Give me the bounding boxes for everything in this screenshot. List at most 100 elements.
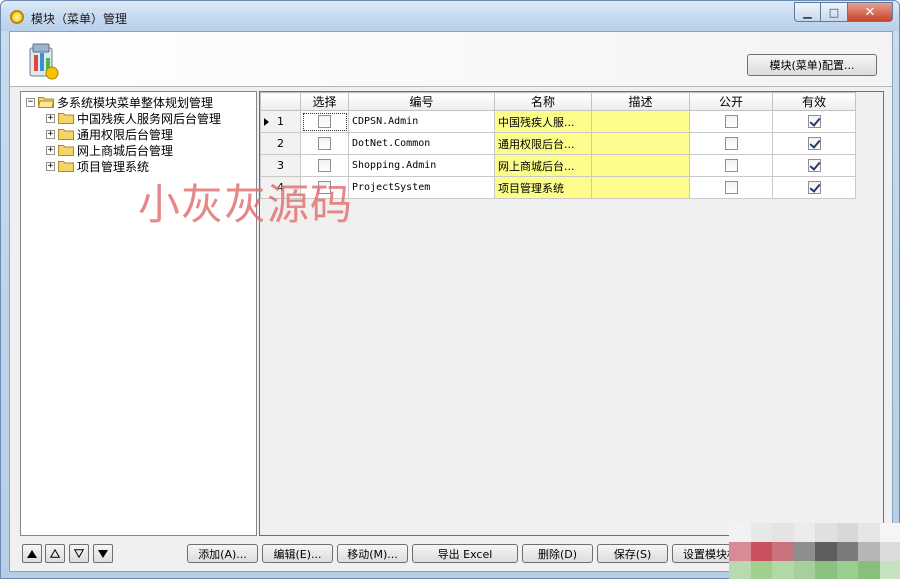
tree-node-common[interactable]: + 通用权限后台管理	[46, 126, 173, 142]
close-button[interactable]: ✕	[848, 2, 893, 22]
valid-cell[interactable]	[772, 154, 856, 177]
select-checkbox[interactable]	[318, 115, 331, 129]
public-checkbox[interactable]	[724, 159, 738, 173]
table-row[interactable]: 2 DotNet.Common 通用权限后台...	[260, 132, 856, 155]
client-area: 模块(菜单)配置... − 多系统模块菜单整体规划管理 + 中国残疾人服务网后台…	[9, 31, 893, 572]
column-header-description[interactable]: 描述	[591, 92, 690, 111]
code-cell-text: CDPSN.Admin	[352, 116, 419, 127]
triangle-down-outline-icon	[74, 549, 84, 558]
public-cell[interactable]	[689, 154, 773, 177]
valid-cell[interactable]	[772, 110, 856, 133]
tree-node-root[interactable]: − 多系统模块菜单整体规划管理	[26, 94, 213, 110]
row-header[interactable]: 1	[260, 110, 301, 133]
valid-checkbox[interactable]	[807, 137, 821, 151]
expand-icon[interactable]: +	[46, 113, 55, 123]
delete-button[interactable]: 删除(D)	[522, 544, 593, 563]
code-cell[interactable]: DotNet.Common	[348, 132, 495, 155]
tree-node-label: 中国残疾人服务网后台管理	[77, 111, 222, 126]
tree-node-cdpsn[interactable]: + 中国残疾人服务网后台管理	[46, 110, 221, 126]
table-row[interactable]: 4 ProjectSystem 项目管理系统	[260, 176, 856, 199]
module-config-button[interactable]: 模块(菜单)配置...	[747, 54, 877, 76]
row-header-text: 3	[277, 159, 284, 172]
description-cell[interactable]	[591, 110, 690, 133]
code-cell[interactable]: CDPSN.Admin	[348, 110, 495, 133]
description-cell[interactable]	[591, 132, 690, 155]
description-cell[interactable]	[591, 176, 690, 199]
table-row[interactable]: 3 Shopping.Admin 网上商城后台...	[260, 154, 856, 177]
valid-checkbox[interactable]	[807, 181, 821, 195]
move-bottom-button[interactable]	[93, 544, 113, 563]
name-cell-text: 项目管理系统	[498, 181, 564, 195]
public-checkbox[interactable]	[724, 181, 738, 195]
tree-node-shopping[interactable]: + 网上商城后台管理	[46, 142, 173, 158]
public-cell[interactable]	[689, 110, 773, 133]
column-header-valid[interactable]: 有效	[772, 92, 856, 111]
code-cell-text: DotNet.Common	[352, 138, 431, 149]
valid-cell[interactable]	[772, 176, 856, 199]
row-header[interactable]: 4	[260, 176, 301, 199]
row-header[interactable]: 3	[260, 154, 301, 177]
select-checkbox[interactable]	[318, 159, 331, 173]
move-up-button[interactable]	[45, 544, 65, 563]
public-cell[interactable]	[689, 132, 773, 155]
tree-node-label: 网上商城后台管理	[77, 143, 174, 158]
expand-icon[interactable]: +	[46, 145, 55, 155]
name-cell[interactable]: 项目管理系统	[494, 176, 592, 199]
app-title-icon	[10, 10, 24, 24]
select-cell[interactable]	[300, 176, 349, 199]
code-cell-text: Shopping.Admin	[352, 160, 437, 171]
column-header-code[interactable]: 编号	[348, 92, 495, 111]
expand-icon[interactable]: +	[46, 129, 55, 139]
name-cell[interactable]: 网上商城后台...	[494, 154, 592, 177]
select-cell[interactable]	[300, 154, 349, 177]
expand-icon[interactable]: +	[46, 161, 55, 171]
select-checkbox[interactable]	[318, 181, 331, 195]
name-cell[interactable]: 通用权限后台...	[494, 132, 592, 155]
table-row[interactable]: 1 CDPSN.Admin 中国残疾人服...	[260, 110, 856, 133]
valid-cell[interactable]	[772, 132, 856, 155]
export-excel-button[interactable]: 导出 Excel	[412, 544, 518, 563]
folder-open-icon	[38, 97, 54, 108]
select-cell[interactable]	[300, 132, 349, 155]
row-header[interactable]: 2	[260, 132, 301, 155]
minimize-button[interactable]: ▁	[794, 2, 821, 22]
collapse-icon[interactable]: −	[26, 97, 35, 107]
code-cell[interactable]: ProjectSystem	[348, 176, 495, 199]
move-top-button[interactable]	[22, 544, 42, 563]
folder-icon	[58, 145, 74, 156]
column-header-select[interactable]: 选择	[300, 92, 349, 111]
valid-checkbox[interactable]	[807, 159, 821, 173]
add-button[interactable]: 添加(A)...	[187, 544, 258, 563]
row-header-corner	[260, 92, 301, 111]
select-cell[interactable]	[300, 110, 349, 133]
folder-icon	[58, 129, 74, 140]
public-checkbox[interactable]	[724, 137, 738, 151]
folder-icon	[58, 113, 74, 124]
save-button[interactable]: 保存(S)	[597, 544, 668, 563]
name-cell-text: 网上商城后台...	[498, 159, 575, 173]
module-config-icon	[29, 43, 59, 80]
tree-node-project[interactable]: + 项目管理系统	[46, 158, 149, 174]
move-down-button[interactable]	[69, 544, 89, 563]
maximize-button[interactable]: □	[821, 2, 848, 22]
edit-button[interactable]: 编辑(E)...	[262, 544, 333, 563]
column-header-public[interactable]: 公开	[689, 92, 773, 111]
window-title: 模块（菜单）管理	[31, 12, 128, 26]
app-window: 模块（菜单）管理 ▁ □ ✕ 模块(菜单)配置... − 多系统模块菜单整体规划…	[0, 0, 900, 579]
description-cell[interactable]	[591, 154, 690, 177]
row-header-text: 4	[277, 181, 284, 194]
module-grid[interactable]: 选择 编号 名称 描述 公开 有效 1 CDPSN.Admin 中国残疾人服... 2…	[259, 91, 884, 536]
header-strip: 模块(菜单)配置...	[10, 32, 892, 87]
valid-checkbox[interactable]	[807, 115, 821, 129]
select-checkbox[interactable]	[318, 137, 331, 151]
module-tree[interactable]: − 多系统模块菜单整体规划管理 + 中国残疾人服务网后台管理 + 通用权限后台管…	[20, 91, 257, 536]
column-header-name[interactable]: 名称	[494, 92, 592, 111]
move-button[interactable]: 移动(M)...	[337, 544, 408, 563]
pixelated-patch	[729, 523, 900, 579]
public-checkbox[interactable]	[724, 115, 738, 129]
table-header-row: 选择 编号 名称 描述 公开 有效	[260, 92, 856, 111]
public-cell[interactable]	[689, 176, 773, 199]
title-bar[interactable]: 模块（菜单）管理 ▁ □ ✕	[1, 1, 899, 31]
code-cell[interactable]: Shopping.Admin	[348, 154, 495, 177]
name-cell[interactable]: 中国残疾人服...	[494, 110, 592, 133]
